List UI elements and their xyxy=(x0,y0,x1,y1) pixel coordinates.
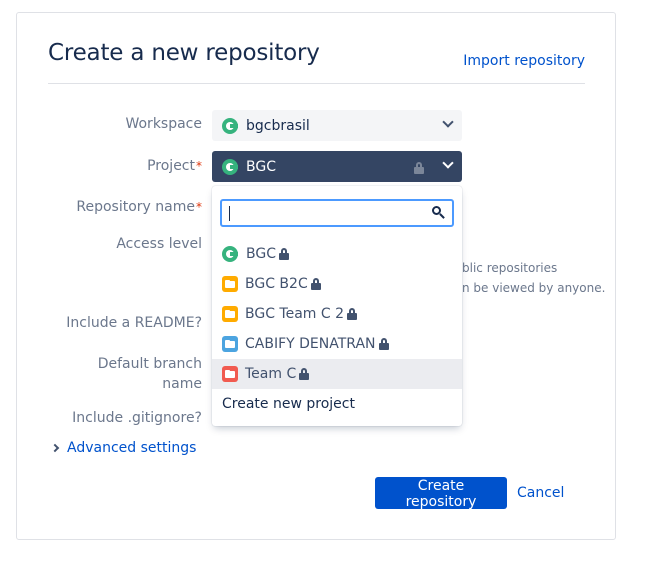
lock-icon xyxy=(310,278,321,290)
project-option-label: BGC Team C 2 xyxy=(245,306,345,322)
project-label: Project* xyxy=(147,158,202,174)
project-option-team-c[interactable]: Team C xyxy=(212,359,462,389)
access-note-line2: n be viewed by anyone. xyxy=(462,281,606,295)
default-branch-label: Default branch name xyxy=(97,356,202,392)
gitignore-label: Include .gitignore? xyxy=(72,410,202,426)
bgc-logo-icon xyxy=(222,246,238,262)
project-option-label: CABIFY DENATRAN xyxy=(245,336,376,352)
project-option-bgc-team-c-2[interactable]: BGC Team C 2 xyxy=(212,299,462,329)
required-marker: * xyxy=(196,159,202,173)
project-value: BGC xyxy=(246,158,276,175)
text-caret xyxy=(229,206,230,221)
readme-label: Include a README? xyxy=(66,315,202,331)
lock-icon xyxy=(411,160,424,176)
access-level-label: Access level xyxy=(116,236,202,252)
lock-icon xyxy=(278,248,289,260)
advanced-settings-label: Advanced settings xyxy=(67,440,197,456)
lock-icon xyxy=(347,308,358,320)
folder-icon xyxy=(222,366,238,382)
project-option-bgc[interactable]: BGC xyxy=(212,239,462,269)
project-select[interactable]: BGC xyxy=(212,151,462,182)
lock-icon xyxy=(378,338,389,350)
cancel-button[interactable]: Cancel xyxy=(510,477,571,509)
title-divider xyxy=(48,83,585,84)
search-icon xyxy=(432,206,446,220)
chevron-down-icon xyxy=(442,157,454,169)
workspace-label: Workspace xyxy=(125,116,202,132)
bgc-logo-icon xyxy=(222,117,238,134)
lock-icon xyxy=(299,368,310,380)
create-repository-button[interactable]: Create repository xyxy=(375,477,507,510)
bgc-logo-icon xyxy=(222,158,238,175)
folder-icon xyxy=(222,336,238,352)
project-option-label: BGC xyxy=(246,246,276,262)
project-option-cabify-denatran[interactable]: CABIFY DENATRAN xyxy=(212,329,462,359)
project-dropdown-menu: BGC BGC B2C BGC Team C 2 CABIFY DENATRAN… xyxy=(212,186,462,426)
folder-icon xyxy=(222,276,238,292)
repository-name-label: Repository name* xyxy=(76,199,202,215)
access-note-line1: blic repositories xyxy=(462,261,558,275)
create-new-project-option[interactable]: Create new project xyxy=(212,389,462,419)
project-option-bgc-b2c[interactable]: BGC B2C xyxy=(212,269,462,299)
folder-icon xyxy=(222,306,238,322)
advanced-settings-toggle[interactable]: Advanced settings xyxy=(50,440,197,456)
page-title: Create a new repository xyxy=(48,40,320,66)
import-repository-link[interactable]: Import repository xyxy=(463,53,585,69)
workspace-select[interactable]: bgcbrasil xyxy=(212,110,462,141)
project-option-label: Team C xyxy=(245,366,297,382)
required-marker: * xyxy=(196,200,202,214)
chevron-down-icon xyxy=(442,116,454,128)
project-search-input[interactable] xyxy=(220,199,454,227)
workspace-value: bgcbrasil xyxy=(246,117,310,134)
chevron-right-icon xyxy=(50,443,60,453)
project-option-label: BGC B2C xyxy=(245,276,308,292)
